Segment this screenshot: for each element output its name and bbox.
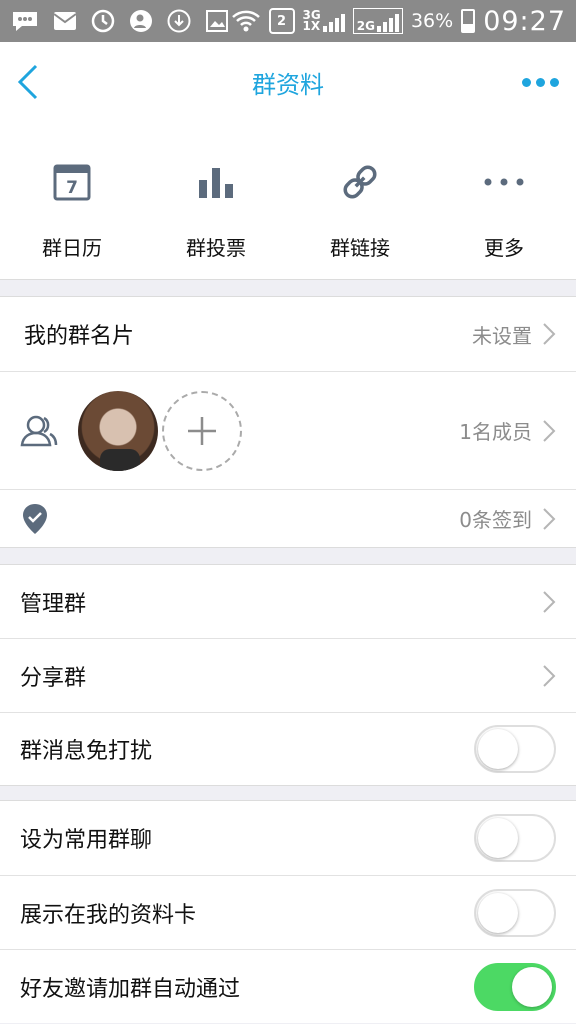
chevron-right-icon (543, 419, 556, 442)
notification-icons (10, 8, 230, 34)
avatar[interactable] (78, 390, 158, 471)
link-icon (338, 160, 382, 204)
show-card-label: 展示在我的资料卡 (20, 902, 197, 928)
network-label-1x: 1X (302, 19, 321, 33)
group-info-section: 我的群名片 未设置 1名成员 0条签到 (0, 296, 576, 548)
battery-percent: 36% (410, 10, 454, 32)
group-card-row[interactable]: 我的群名片 未设置 (0, 297, 576, 371)
wifi-icon (231, 10, 260, 32)
tool-more[interactable]: 更多 (432, 122, 576, 279)
tool-label: 群日历 (42, 236, 102, 260)
checkin-count: 0条签到 (459, 508, 532, 532)
tool-link[interactable]: 群链接 (288, 122, 432, 279)
tool-label: 群投票 (186, 236, 246, 260)
toggle-knob (478, 892, 518, 933)
group-manage-section: 管理群 分享群 群消息免打扰 (0, 564, 576, 786)
members-icon (20, 415, 58, 446)
sync-icon (91, 9, 115, 33)
tool-vote[interactable]: 群投票 (144, 122, 288, 279)
group-tools: 7 群日历 群投票 群链接 更多 (0, 122, 576, 280)
mute-toggle[interactable] (474, 725, 556, 773)
chevron-right-icon (543, 507, 556, 530)
group-prefs-section: 设为常用群聊 展示在我的资料卡 好友邀请加群自动通过 (0, 800, 576, 1023)
manage-group-label: 管理群 (20, 591, 87, 617)
download-icon (167, 9, 191, 33)
tool-calendar[interactable]: 7 群日历 (0, 122, 144, 279)
more-icon (482, 160, 526, 204)
more-options-icon[interactable] (522, 70, 562, 94)
checkin-row[interactable]: 0条签到 (0, 489, 576, 547)
toggle-knob (478, 818, 518, 858)
manage-group-row[interactable]: 管理群 (0, 565, 576, 638)
clock: 09:27 (483, 5, 566, 37)
show-card-row: 展示在我的资料卡 (0, 875, 576, 949)
status-bar: 2 3G 1X 2G 36% 09:27 (0, 0, 576, 42)
image-icon (206, 10, 228, 32)
tool-label: 群链接 (330, 236, 390, 260)
battery-icon (461, 9, 476, 33)
calendar-icon: 7 (50, 160, 94, 204)
calendar-badge: 7 (66, 178, 78, 198)
chevron-right-icon (543, 323, 556, 345)
toggle-knob (478, 729, 518, 769)
network-3g-1x: 3G 1X (302, 9, 345, 33)
group-card-label: 我的群名片 (24, 324, 135, 349)
add-member-button[interactable] (162, 390, 242, 471)
sim-badge: 2 (268, 8, 295, 34)
page-title: 群资料 (252, 70, 324, 99)
members-row[interactable]: 1名成员 (0, 371, 576, 489)
network-2g: 2G (352, 8, 403, 34)
mail-icon (53, 12, 77, 30)
toggle-knob (512, 966, 552, 1007)
network-label-2g: 2G (356, 19, 375, 33)
location-pin-icon (23, 503, 47, 534)
member-count: 1名成员 (459, 420, 532, 444)
tool-label: 更多 (484, 236, 524, 260)
system-indicators: 2 3G 1X 2G 36% 09:27 (231, 6, 566, 37)
show-card-toggle[interactable] (474, 888, 556, 937)
signal-bars-icon (322, 10, 345, 32)
auto-approve-label: 好友邀请加群自动通过 (20, 976, 241, 1002)
share-group-row[interactable]: 分享群 (0, 638, 576, 712)
auto-approve-row: 好友邀请加群自动通过 (0, 949, 576, 1023)
signal-bars-icon (376, 10, 399, 32)
message-icon (13, 12, 37, 31)
nav-bar: 群资料 (0, 42, 576, 122)
auto-approve-toggle[interactable] (474, 962, 556, 1011)
mute-row: 群消息免打扰 (0, 712, 576, 785)
favorite-row: 设为常用群聊 (0, 801, 576, 875)
plus-icon (188, 416, 216, 445)
group-card-value: 未设置 (472, 323, 532, 348)
mute-label: 群消息免打扰 (20, 739, 153, 764)
favorite-label: 设为常用群聊 (20, 828, 153, 853)
bar-chart-icon (194, 160, 238, 204)
user-plus-icon (130, 10, 152, 32)
back-icon[interactable] (14, 62, 44, 102)
chevron-right-icon (543, 590, 556, 613)
chevron-right-icon (543, 664, 556, 687)
favorite-toggle[interactable] (474, 814, 556, 862)
share-group-label: 分享群 (20, 665, 87, 691)
